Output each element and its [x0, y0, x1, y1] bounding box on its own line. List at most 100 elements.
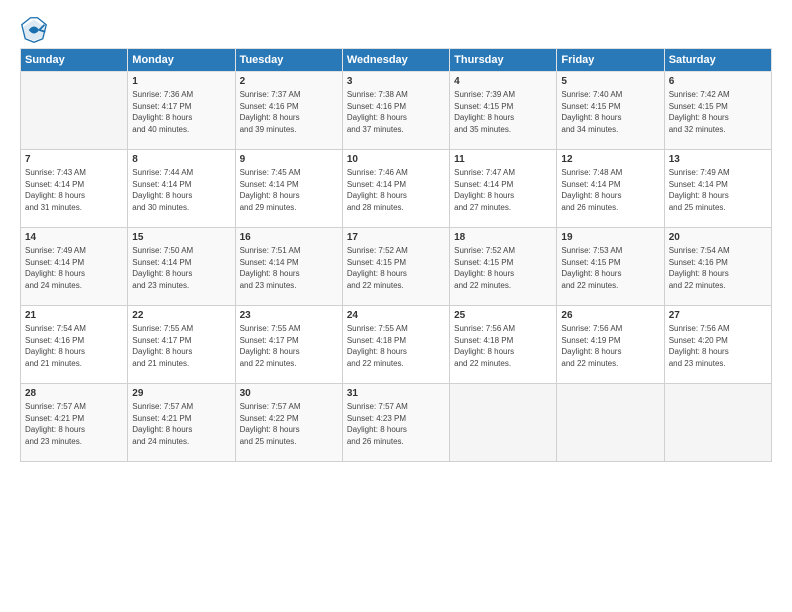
logo-icon [20, 16, 48, 44]
day-cell: 8Sunrise: 7:44 AM Sunset: 4:14 PM Daylig… [128, 150, 235, 228]
day-number: 20 [669, 232, 767, 243]
logo [20, 16, 52, 44]
day-info: Sunrise: 7:52 AM Sunset: 4:15 PM Dayligh… [454, 245, 552, 291]
day-cell: 14 Sunrise: 7:49 AM Sunset: 4:14 PM Dayli… [21, 228, 128, 306]
day-cell: 25Sunrise: 7:56 AM Sunset: 4:18 PM Dayli… [450, 306, 557, 384]
day-info: Sunrise: 7:54 AM Sunset: 4:16 PM Dayligh… [25, 323, 123, 369]
day-cell: 20 Sunrise: 7:54 AM Sunset: 4:16 PM Dayli… [664, 228, 771, 306]
col-header-friday: Friday [557, 49, 664, 72]
day-number: 13 [669, 154, 767, 165]
day-info: Sunrise: 7:48 AM Sunset: 4:14 PM Dayligh… [561, 167, 659, 213]
day-cell: 7 Sunrise: 7:43 AM Sunset: 4:14 PM Daylig… [21, 150, 128, 228]
day-info: Sunrise: 7:39 AM Sunset: 4:15 PM Dayligh… [454, 89, 552, 135]
day-number: 17 [347, 232, 445, 243]
day-info: Sunrise: 7:54 AM Sunset: 4:16 PM Dayligh… [669, 245, 767, 291]
day-cell: 18 Sunrise: 7:52 AM Sunset: 4:15 PM Dayli… [450, 228, 557, 306]
day-cell: 27 Sunrise: 7:56 AM Sunset: 4:20 PM Dayli… [664, 306, 771, 384]
day-number: 3 [347, 76, 445, 87]
day-cell: 16 Sunrise: 7:51 AM Sunset: 4:14 PM Dayli… [235, 228, 342, 306]
col-header-thursday: Thursday [450, 49, 557, 72]
day-cell: 11 Sunrise: 7:47 AM Sunset: 4:14 PM Dayli… [450, 150, 557, 228]
day-number: 31 [347, 388, 445, 399]
day-cell: 31Sunrise: 7:57 AM Sunset: 4:23 PM Dayli… [342, 384, 449, 462]
day-number: 22 [132, 310, 230, 321]
day-info: Sunrise: 7:56 AM Sunset: 4:19 PM Dayligh… [561, 323, 659, 369]
day-info: Sunrise: 7:42 AM Sunset: 4:15 PM Dayligh… [669, 89, 767, 135]
day-number: 4 [454, 76, 552, 87]
day-cell [557, 384, 664, 462]
day-info: Sunrise: 7:52 AM Sunset: 4:15 PM Dayligh… [347, 245, 445, 291]
day-number: 6 [669, 76, 767, 87]
col-header-saturday: Saturday [664, 49, 771, 72]
day-cell [450, 384, 557, 462]
week-row-3: 14 Sunrise: 7:49 AM Sunset: 4:14 PM Dayli… [21, 228, 772, 306]
day-number: 25 [454, 310, 552, 321]
col-header-tuesday: Tuesday [235, 49, 342, 72]
day-number: 14 [25, 232, 123, 243]
day-number: 1 [132, 76, 230, 87]
day-number: 28 [25, 388, 123, 399]
day-number: 10 [347, 154, 445, 165]
day-cell: 13 Sunrise: 7:49 AM Sunset: 4:14 PM Dayli… [664, 150, 771, 228]
day-cell [21, 72, 128, 150]
day-cell: 26 Sunrise: 7:56 AM Sunset: 4:19 PM Dayli… [557, 306, 664, 384]
day-info: Sunrise: 7:49 AM Sunset: 4:14 PM Dayligh… [669, 167, 767, 213]
day-cell: 15Sunrise: 7:50 AM Sunset: 4:14 PM Dayli… [128, 228, 235, 306]
day-cell [664, 384, 771, 462]
day-number: 29 [132, 388, 230, 399]
day-info: Sunrise: 7:36 AM Sunset: 4:17 PM Dayligh… [132, 89, 230, 135]
col-header-monday: Monday [128, 49, 235, 72]
day-cell: 24Sunrise: 7:55 AM Sunset: 4:18 PM Dayli… [342, 306, 449, 384]
day-info: Sunrise: 7:44 AM Sunset: 4:14 PM Dayligh… [132, 167, 230, 213]
day-cell: 22 Sunrise: 7:55 AM Sunset: 4:17 PM Dayli… [128, 306, 235, 384]
day-info: Sunrise: 7:57 AM Sunset: 4:21 PM Dayligh… [25, 401, 123, 447]
day-info: Sunrise: 7:55 AM Sunset: 4:17 PM Dayligh… [132, 323, 230, 369]
day-cell: 4 Sunrise: 7:39 AM Sunset: 4:15 PM Daylig… [450, 72, 557, 150]
day-number: 7 [25, 154, 123, 165]
day-number: 15 [132, 232, 230, 243]
day-cell: 23Sunrise: 7:55 AM Sunset: 4:17 PM Dayli… [235, 306, 342, 384]
day-cell: 30Sunrise: 7:57 AM Sunset: 4:22 PM Dayli… [235, 384, 342, 462]
header [20, 16, 772, 44]
day-number: 21 [25, 310, 123, 321]
page: SundayMondayTuesdayWednesdayThursdayFrid… [0, 0, 792, 612]
day-cell: 29 Sunrise: 7:57 AM Sunset: 4:21 PM Dayli… [128, 384, 235, 462]
day-cell: 19Sunrise: 7:53 AM Sunset: 4:15 PM Dayli… [557, 228, 664, 306]
day-info: Sunrise: 7:56 AM Sunset: 4:20 PM Dayligh… [669, 323, 767, 369]
week-row-2: 7 Sunrise: 7:43 AM Sunset: 4:14 PM Daylig… [21, 150, 772, 228]
day-cell: 5Sunrise: 7:40 AM Sunset: 4:15 PM Daylig… [557, 72, 664, 150]
day-number: 18 [454, 232, 552, 243]
day-cell: 12 Sunrise: 7:48 AM Sunset: 4:14 PM Dayli… [557, 150, 664, 228]
day-cell: 2 Sunrise: 7:37 AM Sunset: 4:16 PM Daylig… [235, 72, 342, 150]
day-info: Sunrise: 7:37 AM Sunset: 4:16 PM Dayligh… [240, 89, 338, 135]
day-info: Sunrise: 7:43 AM Sunset: 4:14 PM Dayligh… [25, 167, 123, 213]
day-info: Sunrise: 7:46 AM Sunset: 4:14 PM Dayligh… [347, 167, 445, 213]
col-header-wednesday: Wednesday [342, 49, 449, 72]
day-cell: 17 Sunrise: 7:52 AM Sunset: 4:15 PM Dayli… [342, 228, 449, 306]
day-number: 12 [561, 154, 659, 165]
day-info: Sunrise: 7:45 AM Sunset: 4:14 PM Dayligh… [240, 167, 338, 213]
day-cell: 10 Sunrise: 7:46 AM Sunset: 4:14 PM Dayli… [342, 150, 449, 228]
day-number: 11 [454, 154, 552, 165]
day-info: Sunrise: 7:49 AM Sunset: 4:14 PM Dayligh… [25, 245, 123, 291]
day-cell: 28 Sunrise: 7:57 AM Sunset: 4:21 PM Dayli… [21, 384, 128, 462]
day-number: 5 [561, 76, 659, 87]
day-number: 2 [240, 76, 338, 87]
day-cell: 9 Sunrise: 7:45 AM Sunset: 4:14 PM Daylig… [235, 150, 342, 228]
day-number: 27 [669, 310, 767, 321]
day-cell: 6 Sunrise: 7:42 AM Sunset: 4:15 PM Daylig… [664, 72, 771, 150]
day-number: 23 [240, 310, 338, 321]
day-number: 16 [240, 232, 338, 243]
day-number: 24 [347, 310, 445, 321]
week-row-4: 21 Sunrise: 7:54 AM Sunset: 4:16 PM Dayli… [21, 306, 772, 384]
day-number: 9 [240, 154, 338, 165]
day-number: 26 [561, 310, 659, 321]
day-info: Sunrise: 7:53 AM Sunset: 4:15 PM Dayligh… [561, 245, 659, 291]
day-info: Sunrise: 7:57 AM Sunset: 4:21 PM Dayligh… [132, 401, 230, 447]
day-info: Sunrise: 7:51 AM Sunset: 4:14 PM Dayligh… [240, 245, 338, 291]
header-row: SundayMondayTuesdayWednesdayThursdayFrid… [21, 49, 772, 72]
calendar-table: SundayMondayTuesdayWednesdayThursdayFrid… [20, 48, 772, 462]
day-cell: 21 Sunrise: 7:54 AM Sunset: 4:16 PM Dayli… [21, 306, 128, 384]
day-cell: 3Sunrise: 7:38 AM Sunset: 4:16 PM Daylig… [342, 72, 449, 150]
day-info: Sunrise: 7:47 AM Sunset: 4:14 PM Dayligh… [454, 167, 552, 213]
